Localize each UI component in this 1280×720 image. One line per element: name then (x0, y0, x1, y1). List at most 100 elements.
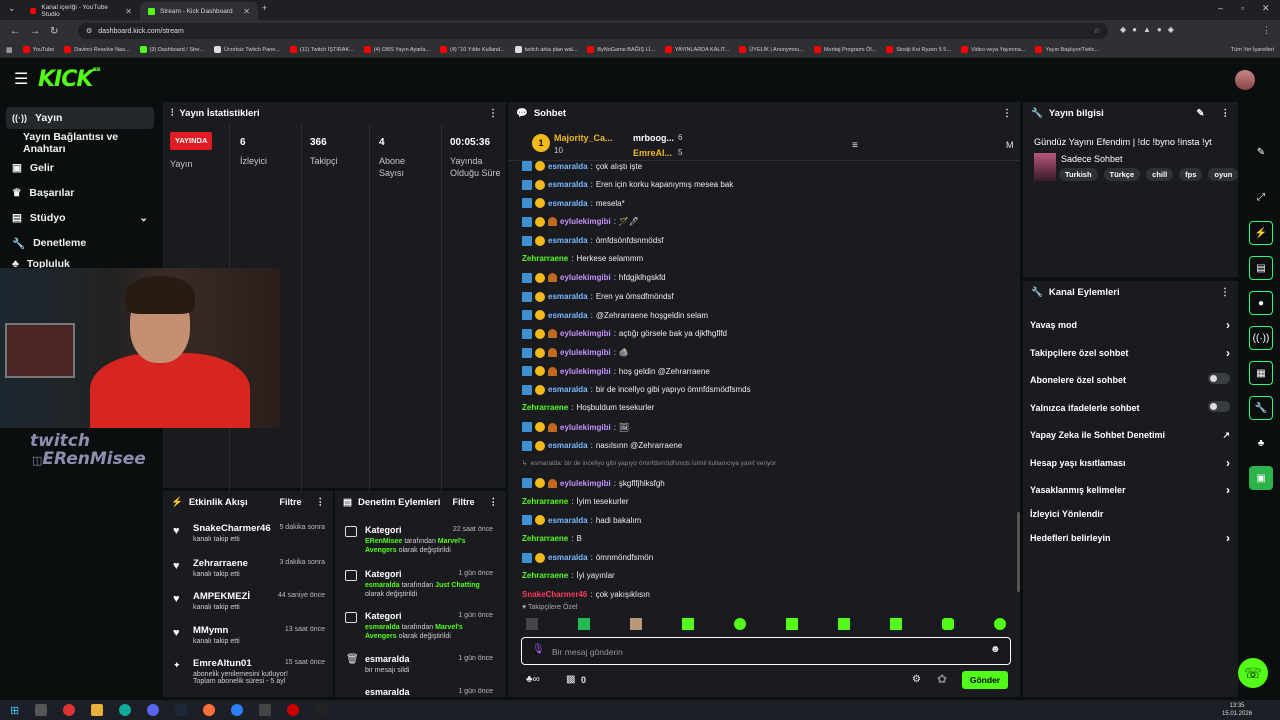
chat-username[interactable]: eylulekimgibi (560, 367, 611, 376)
emote-icon[interactable] (838, 618, 850, 630)
taskbar-app-icon[interactable] (203, 704, 216, 716)
modlog-entry[interactable]: Kategori esmaralda tarafından Just Chatti… (343, 569, 493, 599)
chat-username[interactable]: esmaralda (548, 385, 588, 394)
tag[interactable]: oyun (1208, 168, 1239, 181)
bookmark[interactable]: Video veya Yayınına... (960, 46, 1025, 53)
tag[interactable]: fps (1179, 168, 1203, 181)
modlog-entry[interactable]: esmaralda 1 gün önce (343, 687, 493, 697)
apps-icon[interactable]: ▦ (6, 46, 13, 54)
active-panel-rail-icon[interactable]: ▣ (1249, 466, 1273, 490)
taskbar-app-icon[interactable] (315, 704, 328, 716)
close-tab-icon[interactable]: ✕ (125, 7, 132, 16)
chat-message[interactable]: esmaralda: @Zehrarraene hoşgeldin selam (522, 310, 708, 321)
event-item[interactable]: ♥ Zehrarraene kanalı takip etti 3 dakika so… (173, 558, 325, 578)
action-ai-moderation[interactable]: Yapay Zeka ile Sohbet Denetimi ↗ (1030, 430, 1230, 440)
taskbar-app-icon[interactable] (119, 704, 132, 716)
subscribers-only-toggle[interactable] (1208, 373, 1230, 384)
emote-icon[interactable] (578, 618, 590, 630)
support-chat-icon[interactable]: ☏ (1238, 658, 1268, 688)
bookmark[interactable]: Sinsiji Koi Ryzen 5 5... (886, 46, 951, 53)
bookmark[interactable]: (11) Twitch İŞTIRAK... (289, 46, 354, 53)
emote-icon[interactable] (682, 618, 694, 630)
chat-message[interactable]: Zehrarraene: B (522, 534, 582, 543)
more-options-icon[interactable]: ⋮ (488, 108, 498, 119)
emote-icon[interactable] (734, 618, 746, 630)
chat-username[interactable]: Zehrarraene (522, 403, 568, 412)
clock[interactable]: 13:35 15.01.2026 (1222, 702, 1252, 718)
taskbar-app-icon[interactable] (175, 704, 188, 716)
chat-message[interactable]: esmaralda: bir de incellyo gibi yapıyo öm… (522, 384, 751, 395)
chat-username[interactable]: esmaralda (548, 516, 588, 525)
stats-rail-icon[interactable]: ▦ (1249, 361, 1273, 385)
bookmark[interactable]: YouTube (22, 46, 54, 53)
bookmark[interactable]: (4) "10 Yılde Kulland... (440, 46, 505, 53)
chat-message[interactable]: esmaralda: Eren için korku kapanıymış mes… (522, 179, 733, 190)
chat-message[interactable]: esmaralda: çok alıştı işte (522, 161, 642, 171)
gift-icon[interactable]: ▩ (566, 674, 575, 685)
tag[interactable]: Türkçe (1103, 168, 1141, 181)
extension-icons[interactable]: ◆●▲●◆ (1120, 25, 1180, 34)
chat-message[interactable]: eylulekimgibi: açtığı görsele bak ya djkf… (522, 328, 727, 339)
bookmark[interactable]: Davinci Resolve Nas... (64, 46, 130, 53)
bookmark[interactable]: Yayın Başlıyor/Twitc... (1035, 46, 1099, 53)
browser-menu-icon[interactable]: ⋮ (1262, 25, 1271, 36)
new-tab-icon[interactable]: + (262, 3, 267, 13)
taskbar-app-icon[interactable] (287, 704, 300, 716)
taskbar-app-icon[interactable] (63, 704, 76, 716)
chat-message[interactable]: esmaralda: ömfdsönfdsnmödsf (522, 235, 663, 246)
chat-message[interactable]: Zehrarraene: İyi yayınlar (522, 571, 615, 580)
chat-message[interactable]: Zehrarraene: Hoşbuldum tesekurler (522, 403, 654, 412)
chat-username[interactable]: esmaralda (548, 441, 588, 450)
taskbar-app-icon[interactable] (35, 704, 48, 716)
emote-only-toggle[interactable] (1208, 401, 1230, 412)
action-subscribers-only[interactable]: Abonelere özel sohbet (1030, 373, 1230, 385)
chat-message[interactable]: esmaralda: nasılsınn @Zehrarraene (522, 440, 682, 451)
predictions-icon[interactable]: ✿ (937, 672, 947, 686)
edit-pencil-icon[interactable]: ✎ (1197, 108, 1205, 119)
event-item[interactable]: ✦ EmreAltun01 abonelik yenilemesini kutluy… (173, 658, 325, 685)
bookmark[interactable]: ÜYELİK | Anonymou... (739, 46, 804, 53)
more-options-icon[interactable]: ⋮ (1221, 108, 1231, 119)
chat-username[interactable]: esmaralda (548, 311, 588, 320)
chat-message[interactable]: eylulekimgibi: hfdgjklhgskfd (522, 272, 666, 283)
collapse-leaderboard-icon[interactable]: ≡ (852, 140, 858, 151)
nav-item-yayin[interactable]: ((·)) Yayın (6, 107, 154, 129)
action-account-age[interactable]: Hesap yaşı kısıtlaması › (1030, 456, 1230, 470)
chat-message[interactable]: Zehrarraene: İyim tesekurler (522, 497, 629, 506)
windows-start-icon[interactable]: ⊞ (10, 704, 19, 717)
action-slow-mode[interactable]: Yavaş mod › (1030, 318, 1230, 332)
chat-username[interactable]: eylulekimgibi (560, 273, 611, 282)
hamburger-menu-icon[interactable]: ☰ (14, 69, 28, 89)
more-options-icon[interactable]: ⋮ (316, 497, 326, 508)
event-item[interactable]: ♥ AMPEKMEZİ kanalı takip etti 44 saniye önc… (173, 591, 325, 611)
chat-username[interactable]: Zehrarraene (522, 254, 568, 263)
chat-message[interactable]: esmaralda: ömnmöndfsmön (522, 552, 653, 563)
chat-message[interactable]: eylulekimgibi: hoş geldin @Zehrarraene (522, 366, 710, 377)
site-info-icon[interactable]: ⚙ (86, 27, 92, 35)
action-raid[interactable]: İzleyici Yönlendir (1030, 509, 1230, 519)
chat-username[interactable]: Zehrarraene (522, 497, 568, 506)
settings-gear-icon[interactable]: ⚙ (912, 674, 921, 685)
action-emote-only[interactable]: Yalnızca ifadelerle sohbet (1030, 401, 1230, 413)
emote-icon[interactable] (994, 618, 1006, 630)
bookmark[interactable]: ByNoGame BAĞIŞ Lİ... (587, 46, 655, 53)
chat-username[interactable]: esmaralda (548, 553, 588, 562)
chat-message[interactable]: esmaralda: hadi bakalım (522, 515, 641, 526)
chat-username[interactable]: eylulekimgibi (560, 348, 611, 357)
action-followers-only[interactable]: Takipçilere özel sohbet › (1030, 346, 1230, 360)
more-options-icon[interactable]: ⋮ (1220, 287, 1230, 298)
minimize-icon[interactable]: – (1218, 3, 1223, 13)
nav-item-stream-key[interactable]: Yayın Bağlantısı ve Anahtarı (6, 131, 162, 155)
action-banned-words[interactable]: Yasaklanmış kelimeler › (1030, 483, 1230, 497)
tab-menu-icon[interactable]: ⌄ (8, 3, 16, 14)
activity-filter-button[interactable]: Filtre (279, 497, 301, 507)
more-options-icon[interactable]: ⋮ (1002, 108, 1012, 119)
maximize-icon[interactable]: ▫ (1241, 3, 1244, 13)
emoji-icon[interactable]: ☻ (990, 644, 1001, 655)
reply-context[interactable]: ↳ esmaralda: bir de incellyo gibi yapıyo… (522, 459, 776, 468)
chat-username[interactable]: esmaralda (548, 236, 588, 245)
chat-message[interactable]: eylulekimgibi: 🪨 (522, 347, 629, 358)
more-options-icon[interactable]: ⋮ (489, 497, 499, 508)
emote-icon[interactable] (942, 618, 954, 630)
modlog-filter-button[interactable]: Filtre (452, 497, 474, 507)
